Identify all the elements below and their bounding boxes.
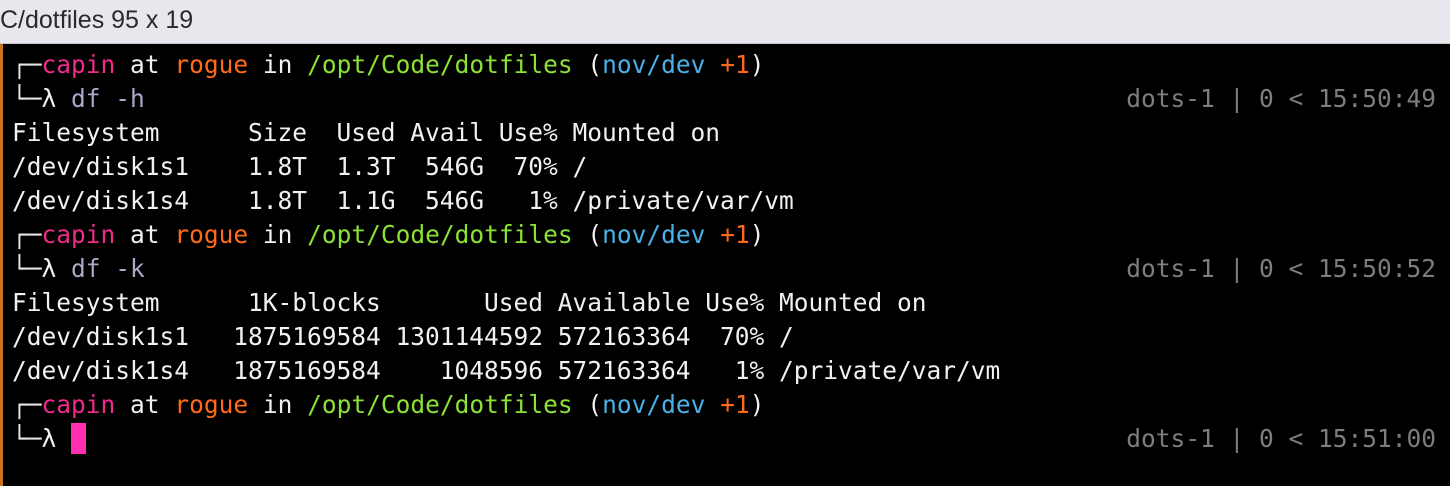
prompt-host: rogue [174, 390, 249, 419]
terminal-view[interactable]: ┌─capin at rogue in /opt/Code/dotfiles (… [0, 44, 1450, 486]
prompt-host: rogue [174, 50, 249, 79]
right-prompt-status: dots-1 | 0 < 15:50:49 [1126, 84, 1436, 113]
prompt-in: in [262, 50, 293, 79]
lambda-symbol: λ [41, 424, 57, 453]
left-border-rule [0, 44, 3, 486]
prompt-line: ┌─capin at rogue in /opt/Code/dotfiles (… [12, 390, 765, 419]
output-line: /dev/disk1s4 1.8T 1.1G 546G 1% /private/… [12, 186, 794, 215]
command-line: └─λ df -k [12, 252, 145, 286]
output-line: Filesystem Size Used Avail Use% Mounted … [12, 118, 721, 147]
prompt-line: ┌─capin at rogue in /opt/Code/dotfiles (… [12, 220, 765, 249]
box-corner-top: ┌─ [12, 50, 42, 79]
box-corner-bottom: └─ [12, 84, 42, 113]
prompt-path: /opt/Code/dotfiles [307, 50, 573, 79]
prompt-in: in [262, 220, 293, 249]
command-text: df -k [71, 254, 145, 283]
prompt-dirty: +1 [720, 220, 750, 249]
command-input-line[interactable]: └─λ [12, 422, 87, 456]
window-title: C/dotfiles 95 x 19 [0, 6, 194, 34]
box-corner-top: ┌─ [12, 220, 42, 249]
prompt-branch: nov/dev [602, 220, 706, 249]
output-line: Filesystem 1K-blocks Used Available Use%… [12, 288, 927, 317]
output-line: /dev/disk1s1 1.8T 1.3T 546G 70% / [12, 152, 588, 181]
lambda-symbol: λ [41, 254, 57, 283]
prompt-path: /opt/Code/dotfiles [307, 390, 573, 419]
output-line: /dev/disk1s4 1875169584 1048596 57216336… [12, 356, 1001, 385]
box-corner-bottom: └─ [12, 254, 42, 283]
prompt-at: at [130, 50, 160, 79]
command-text: df -h [71, 84, 145, 113]
box-corner-top: ┌─ [12, 390, 42, 419]
text-cursor[interactable] [71, 423, 87, 454]
prompt-path: /opt/Code/dotfiles [307, 220, 573, 249]
window-titlebar[interactable]: C/dotfiles 95 x 19 [0, 0, 1450, 44]
prompt-dirty: +1 [720, 50, 750, 79]
right-prompt-status: dots-1 | 0 < 15:50:52 [1126, 254, 1436, 283]
prompt-user: capin [41, 390, 116, 419]
prompt-at: at [130, 390, 160, 419]
box-corner-bottom: └─ [12, 424, 42, 453]
prompt-user: capin [41, 220, 116, 249]
right-prompt-status: dots-1 | 0 < 15:51:00 [1126, 424, 1436, 453]
output-line: /dev/disk1s1 1875169584 1301144592 57216… [12, 322, 794, 351]
prompt-in: in [262, 390, 293, 419]
prompt-host: rogue [174, 220, 249, 249]
lambda-symbol: λ [41, 84, 57, 113]
prompt-line: ┌─capin at rogue in /opt/Code/dotfiles (… [12, 50, 765, 79]
prompt-branch: nov/dev [602, 50, 706, 79]
prompt-at: at [130, 220, 160, 249]
prompt-branch: nov/dev [602, 390, 706, 419]
prompt-dirty: +1 [720, 390, 750, 419]
prompt-user: capin [41, 50, 116, 79]
command-line: └─λ df -h [12, 82, 145, 116]
